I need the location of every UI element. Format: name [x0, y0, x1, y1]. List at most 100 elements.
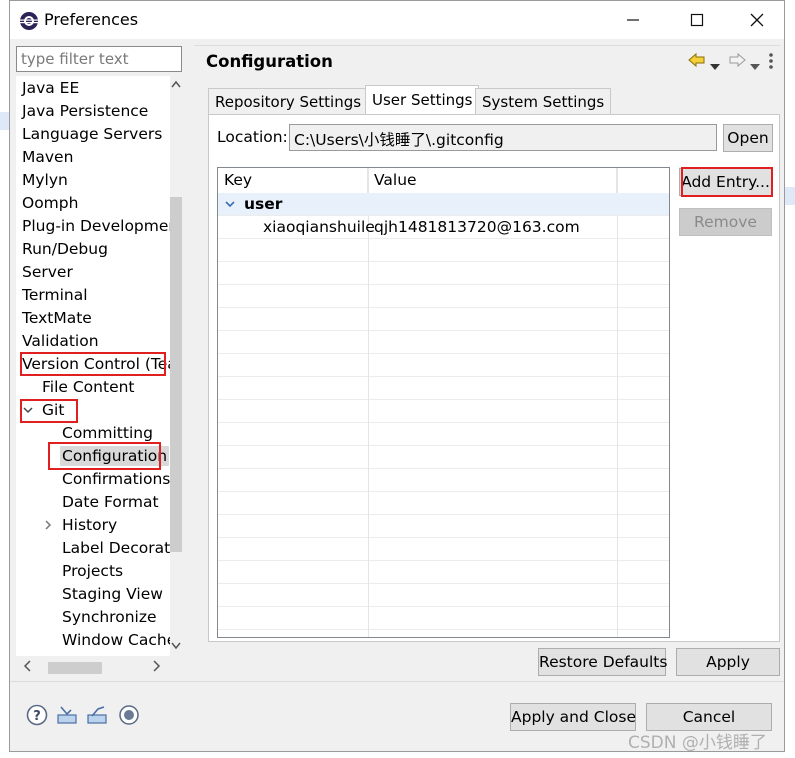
view-menu-icon[interactable] — [768, 52, 774, 74]
tree-item[interactable]: Server — [20, 261, 75, 283]
tree-item[interactable]: Mylyn — [20, 169, 70, 191]
user-settings-panel: Location: C:\Users\小钱睡了\.gitconfig Open … — [208, 114, 780, 642]
forward-icon[interactable] — [728, 52, 746, 72]
tree-item-label: Confirmations — [62, 470, 171, 488]
tree-item[interactable]: Java EE — [20, 77, 81, 99]
back-icon[interactable] — [688, 52, 706, 72]
table-grid-row — [218, 262, 669, 285]
tree-item-label: Git — [42, 401, 65, 419]
tree-scroll-thumb[interactable] — [170, 197, 182, 552]
tree-item[interactable]: Configuration — [60, 445, 170, 467]
tree-item[interactable]: Projects — [60, 560, 125, 582]
chevron-down-icon[interactable] — [22, 399, 34, 428]
tree-vertical-scrollbar[interactable] — [170, 76, 182, 656]
maximize-icon — [690, 13, 704, 27]
tree-item-label: Terminal — [22, 286, 88, 304]
tree-item-label: Run/Debug — [22, 240, 108, 258]
scroll-right-icon[interactable] — [152, 659, 162, 677]
tree-item[interactable]: Confirmations — [60, 468, 172, 490]
tree-item-label: Maven — [22, 148, 74, 166]
scroll-down-icon[interactable] — [170, 641, 182, 656]
table-grid-row — [218, 515, 669, 538]
tree-horizontal-scrollbar[interactable] — [16, 656, 182, 678]
tree-item[interactable]: Oomph — [20, 192, 80, 214]
column-header-key[interactable]: Key — [218, 168, 368, 193]
tree-item[interactable]: Validation — [20, 330, 101, 352]
tree-item-label: Plug-in Developmer — [22, 217, 175, 235]
chevron-right-icon[interactable] — [42, 514, 54, 543]
tree-item-label: Configuration — [60, 446, 170, 466]
scroll-left-icon[interactable] — [22, 659, 32, 677]
restore-defaults-button[interactable]: Restore Defaults — [538, 648, 667, 676]
tree-item-label: Oomph — [22, 194, 79, 212]
tree-item[interactable]: Date Format — [60, 491, 161, 513]
tree-item-label: Mylyn — [22, 171, 68, 189]
cancel-button[interactable]: Cancel — [646, 703, 772, 731]
forward-dropdown-icon[interactable] — [750, 56, 760, 75]
tree-item[interactable]: Window Cache — [60, 629, 178, 651]
location-field[interactable]: C:\Users\小钱睡了\.gitconfig — [289, 124, 717, 151]
table-grid-row — [218, 377, 669, 400]
back-dropdown-icon[interactable] — [710, 56, 720, 75]
tab-user-settings[interactable]: User Settings — [365, 85, 480, 115]
export-icon[interactable] — [86, 704, 108, 726]
scroll-up-icon[interactable] — [170, 79, 182, 95]
minimize-icon — [627, 19, 639, 21]
tree-item[interactable]: Version Control (Tea — [20, 353, 179, 375]
table-grid-row — [218, 538, 669, 561]
tree-item-label: Synchronize — [62, 608, 157, 626]
tree-hscroll-thumb[interactable] — [48, 662, 102, 674]
close-icon — [750, 13, 764, 27]
maximize-button[interactable] — [682, 5, 712, 35]
tree-item[interactable]: History — [45, 514, 119, 536]
tab-system-settings[interactable]: System Settings — [475, 88, 612, 115]
tree-item-label: File Content — [42, 378, 135, 396]
table-grid-row — [218, 584, 669, 607]
table-row[interactable] — [218, 193, 669, 216]
config-table: Key Value user xiaoqianshuile qjh148181372… — [217, 167, 670, 638]
table-grid-row — [218, 308, 669, 331]
tree-item[interactable]: Plug-in Developmer — [20, 215, 177, 237]
table-grid-row — [218, 400, 669, 423]
tab-repository-settings[interactable]: Repository Settings — [208, 88, 369, 115]
tree-item[interactable]: TextMate — [20, 307, 94, 329]
footer-separator — [10, 681, 784, 682]
tree-item-label: Label Decorati — [62, 539, 175, 557]
apply-and-close-button[interactable]: Apply and Close — [510, 703, 636, 731]
add-entry-button[interactable]: Add Entry... — [679, 168, 772, 196]
column-header-value[interactable]: Value — [368, 168, 617, 193]
remove-button[interactable]: Remove — [679, 208, 772, 236]
tree-item[interactable]: Java Persistence — [20, 100, 150, 122]
tree-item-label: TextMate — [22, 309, 92, 327]
tree-item[interactable]: Label Decorati — [60, 537, 176, 559]
tree-item[interactable]: Language Servers — [20, 123, 164, 145]
table-grid-row — [218, 561, 669, 584]
tree-item-label: Language Servers — [22, 125, 163, 143]
filter-input[interactable] — [16, 46, 182, 72]
tree-item[interactable]: File Content — [40, 376, 137, 398]
tree-item-label: Window Cache — [62, 631, 177, 649]
table-grid-row — [218, 331, 669, 354]
tree-item[interactable]: Maven — [20, 146, 75, 168]
import-icon[interactable] — [56, 704, 78, 726]
minimize-button[interactable] — [618, 5, 648, 35]
table-grid-row — [218, 630, 669, 637]
close-button[interactable] — [742, 5, 772, 35]
background-highlight-right — [785, 187, 795, 205]
table-grid-row — [218, 285, 669, 308]
tree-item[interactable]: Committing — [60, 422, 155, 444]
tree-item-label: Validation — [22, 332, 99, 350]
apply-button[interactable]: Apply — [676, 648, 780, 676]
tree-item[interactable]: Run/Debug — [20, 238, 110, 260]
table-grid-row — [218, 469, 669, 492]
tree-item-label: Server — [22, 263, 73, 281]
tree-item[interactable]: Terminal — [20, 284, 90, 306]
tree-item[interactable]: Git — [23, 399, 66, 421]
preferences-dialog: Preferences Java EE Java Persistence Langu… — [9, 0, 785, 752]
record-icon[interactable] — [118, 704, 140, 726]
tree-item[interactable]: Staging View — [60, 583, 165, 605]
open-button[interactable]: Open — [723, 124, 773, 152]
tree-item[interactable]: Synchronize — [60, 606, 159, 628]
chevron-down-icon[interactable] — [224, 193, 236, 216]
help-icon[interactable]: ? — [26, 704, 48, 726]
